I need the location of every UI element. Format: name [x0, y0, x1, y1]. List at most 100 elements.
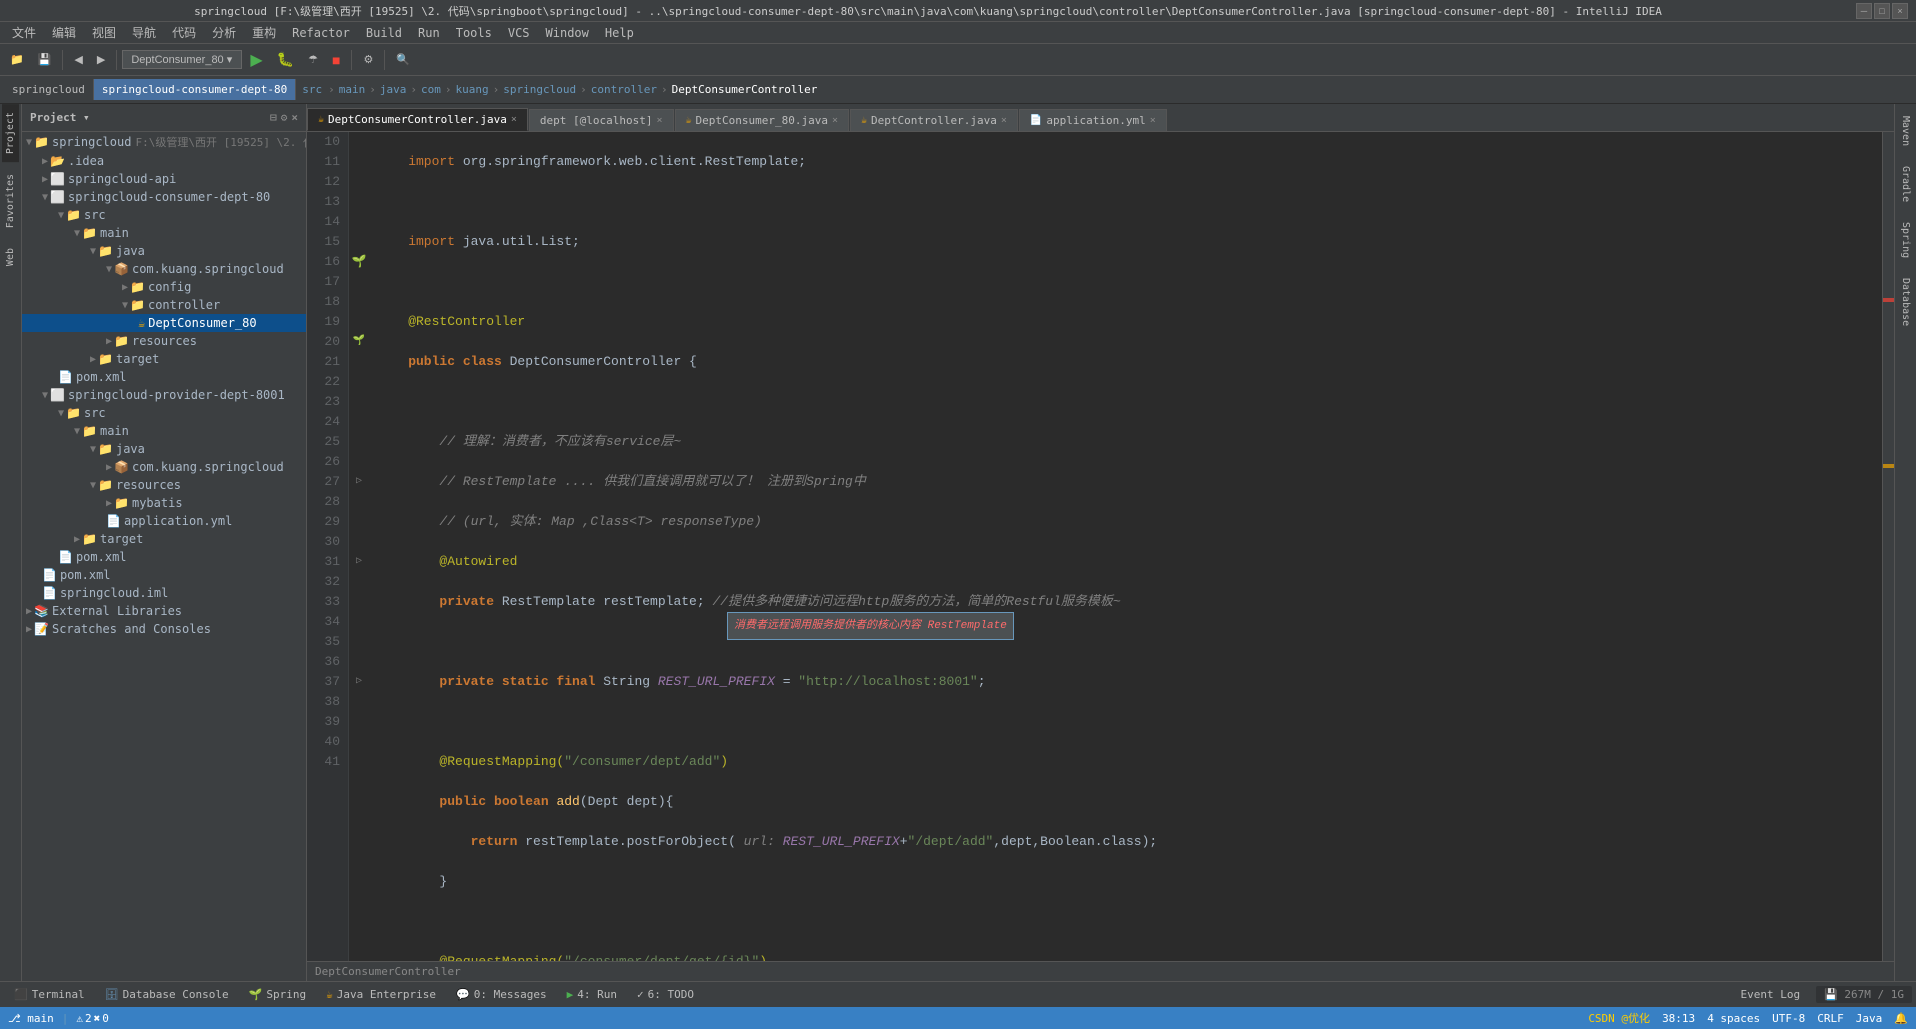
- tree-item-src[interactable]: ▼ 📁 src: [22, 206, 306, 224]
- tree-item-main[interactable]: ▼ 📁 main: [22, 224, 306, 242]
- file-tab-deptconsumer[interactable]: ☕ DeptConsumerController.java ×: [307, 108, 528, 131]
- nav-src[interactable]: src: [296, 79, 328, 100]
- run-icon-line27[interactable]: ▷: [356, 472, 362, 492]
- run-config-button[interactable]: DeptConsumer_80 ▾: [122, 50, 242, 69]
- code-area[interactable]: 10 11 12 13 14 15 16 17 18 19 20 21 22 2…: [307, 132, 1894, 961]
- menu-item-window[interactable]: Window: [538, 24, 597, 42]
- debug-button[interactable]: 🐛: [271, 49, 300, 70]
- stop-button[interactable]: ■: [326, 50, 346, 70]
- tree-item-package-provider[interactable]: ▶ 📦 com.kuang.springcloud: [22, 458, 306, 476]
- tree-item-src-provider[interactable]: ▼ 📁 src: [22, 404, 306, 422]
- tree-item-consumer[interactable]: ▼ ⬜ springcloud-consumer-dept-80: [22, 188, 306, 206]
- tree-item-resources[interactable]: ▶ 📁 resources: [22, 332, 306, 350]
- tree-item-pom-consumer[interactable]: 📄 pom.xml: [22, 368, 306, 386]
- sidebar-close-icon[interactable]: ×: [291, 111, 298, 124]
- open-button[interactable]: 📁: [4, 51, 30, 68]
- tree-item-resources-provider[interactable]: ▼ 📁 resources: [22, 476, 306, 494]
- bottom-tab-todo[interactable]: ✓ 6: TODO: [627, 986, 704, 1003]
- close-button[interactable]: ×: [1892, 3, 1908, 19]
- close-tab-appyml[interactable]: ×: [1150, 115, 1156, 126]
- event-log-button[interactable]: Event Log: [1732, 986, 1808, 1003]
- menu-item-refactor[interactable]: Refactor: [284, 24, 358, 42]
- menu-item-refactor-cn[interactable]: 重构: [244, 22, 284, 43]
- tree-item-java-provider[interactable]: ▼ 📁 java: [22, 440, 306, 458]
- nav-controller[interactable]: controller: [587, 79, 661, 100]
- nav-main[interactable]: main: [335, 79, 370, 100]
- file-tab-deptcontroller[interactable]: ☕ DeptController.java ×: [850, 109, 1018, 131]
- memory-indicator[interactable]: 💾 267M / 1G: [1816, 986, 1912, 1003]
- left-tab-favorites[interactable]: Favorites: [2, 166, 19, 236]
- close-tab-deptcontroller[interactable]: ×: [1001, 115, 1007, 126]
- save-button[interactable]: 💾: [32, 51, 58, 68]
- menu-item-run[interactable]: Run: [410, 24, 448, 42]
- nav-springcloud-pkg[interactable]: springcloud: [499, 79, 580, 100]
- run-coverage-button[interactable]: ☂: [302, 51, 324, 68]
- maximize-button[interactable]: □: [1874, 3, 1890, 19]
- menu-item-file[interactable]: 文件: [4, 22, 44, 43]
- nav-kuang[interactable]: kuang: [452, 79, 493, 100]
- file-tab-deptconsumer80[interactable]: ☕ DeptConsumer_80.java ×: [675, 109, 850, 131]
- tree-item-target[interactable]: ▶ 📁 target: [22, 350, 306, 368]
- menu-item-analyze[interactable]: 分析: [204, 22, 244, 43]
- nav-springcloud[interactable]: springcloud: [4, 79, 94, 100]
- run-icon-line37[interactable]: ▷: [356, 672, 362, 692]
- bottom-tab-spring[interactable]: 🌱 Spring: [239, 986, 316, 1003]
- tree-item-package[interactable]: ▼ 📦 com.kuang.springcloud: [22, 260, 306, 278]
- right-tab-maven[interactable]: Maven: [1897, 108, 1914, 154]
- tree-item-mybatis[interactable]: ▶ 📁 mybatis: [22, 494, 306, 512]
- run-icon-line31[interactable]: ▷: [356, 552, 362, 572]
- settings-button[interactable]: ⚙: [357, 51, 379, 68]
- status-line-sep[interactable]: CRLF: [1817, 1012, 1844, 1025]
- menu-item-vcs[interactable]: VCS: [500, 24, 538, 42]
- sidebar-settings-icon[interactable]: ⚙: [281, 111, 288, 124]
- tree-item-scratches[interactable]: ▶ 📝 Scratches and Consoles: [22, 620, 306, 638]
- tree-item-deptconsumer[interactable]: ☕ DeptConsumer_80: [22, 314, 306, 332]
- file-tab-dept-localhost[interactable]: dept [@localhost] ×: [529, 109, 674, 131]
- right-tab-spring[interactable]: Spring: [1897, 214, 1914, 266]
- tree-item-target-provider[interactable]: ▶ 📁 target: [22, 530, 306, 548]
- bottom-tab-dbconsole[interactable]: 🗄 Database Console: [95, 986, 239, 1003]
- tree-item-config[interactable]: ▶ 📁 config: [22, 278, 306, 296]
- file-tab-appyml[interactable]: 📄 application.yml ×: [1019, 109, 1167, 131]
- tree-item-controller[interactable]: ▼ 📁 controller: [22, 296, 306, 314]
- left-tab-project[interactable]: Project: [2, 104, 19, 162]
- search-everywhere-button[interactable]: 🔍: [390, 51, 416, 68]
- tree-item-external-libs[interactable]: ▶ 📚 External Libraries: [22, 602, 306, 620]
- left-tab-web[interactable]: Web: [2, 240, 19, 274]
- status-line-col[interactable]: 38:13: [1662, 1012, 1695, 1025]
- status-encoding[interactable]: UTF-8: [1772, 1012, 1805, 1025]
- sidebar-collapse-icon[interactable]: ⊟: [270, 111, 277, 124]
- tree-item-main-provider[interactable]: ▼ 📁 main: [22, 422, 306, 440]
- right-tab-gradle[interactable]: Gradle: [1897, 158, 1914, 210]
- nav-com[interactable]: com: [417, 79, 445, 100]
- forward-button[interactable]: ▶: [91, 51, 111, 68]
- tree-item-provider[interactable]: ▼ ⬜ springcloud-provider-dept-8001: [22, 386, 306, 404]
- status-memory[interactable]: 🔔: [1894, 1012, 1908, 1025]
- menu-item-view[interactable]: 视图: [84, 22, 124, 43]
- git-branch[interactable]: ⎇ main: [8, 1012, 54, 1025]
- menu-item-navigate[interactable]: 导航: [124, 22, 164, 43]
- code-text[interactable]: import org.springframework.web.client.Re…: [369, 132, 1882, 961]
- status-filetype[interactable]: Java: [1856, 1012, 1883, 1025]
- tree-item-java-folder[interactable]: ▼ 📁 java: [22, 242, 306, 260]
- tree-item-pom-root[interactable]: 📄 pom.xml: [22, 566, 306, 584]
- tree-item-root[interactable]: ▼ 📁 springcloud F:\级管理\西开 [19525] \2. 代码…: [22, 132, 306, 152]
- back-button[interactable]: ◀: [68, 51, 88, 68]
- tree-item-idea[interactable]: ▶ 📂 .idea: [22, 152, 306, 170]
- tree-item-api[interactable]: ▶ ⬜ springcloud-api: [22, 170, 306, 188]
- status-indent[interactable]: 4 spaces: [1707, 1012, 1760, 1025]
- nav-deptcontroller[interactable]: DeptConsumerController: [668, 79, 822, 100]
- nav-consumer-dept-80[interactable]: springcloud-consumer-dept-80: [94, 79, 296, 100]
- bottom-tab-terminal[interactable]: ⬛ Terminal: [4, 986, 95, 1003]
- close-tab-deptconsumer[interactable]: ×: [511, 114, 517, 125]
- bean-icon-line15[interactable]: 🌱: [352, 252, 367, 272]
- close-tab-dept-localhost[interactable]: ×: [656, 115, 662, 126]
- bottom-tab-run[interactable]: ▶ 4: Run: [557, 986, 627, 1003]
- nav-java[interactable]: java: [376, 79, 411, 100]
- close-tab-deptconsumer80[interactable]: ×: [832, 115, 838, 126]
- bottom-tab-javaee[interactable]: ☕ Java Enterprise: [316, 986, 446, 1003]
- menu-item-help[interactable]: Help: [597, 24, 642, 42]
- menu-item-code[interactable]: 代码: [164, 22, 204, 43]
- tree-item-pom-provider[interactable]: 📄 pom.xml: [22, 548, 306, 566]
- bottom-tab-messages[interactable]: 💬 0: Messages: [446, 986, 557, 1003]
